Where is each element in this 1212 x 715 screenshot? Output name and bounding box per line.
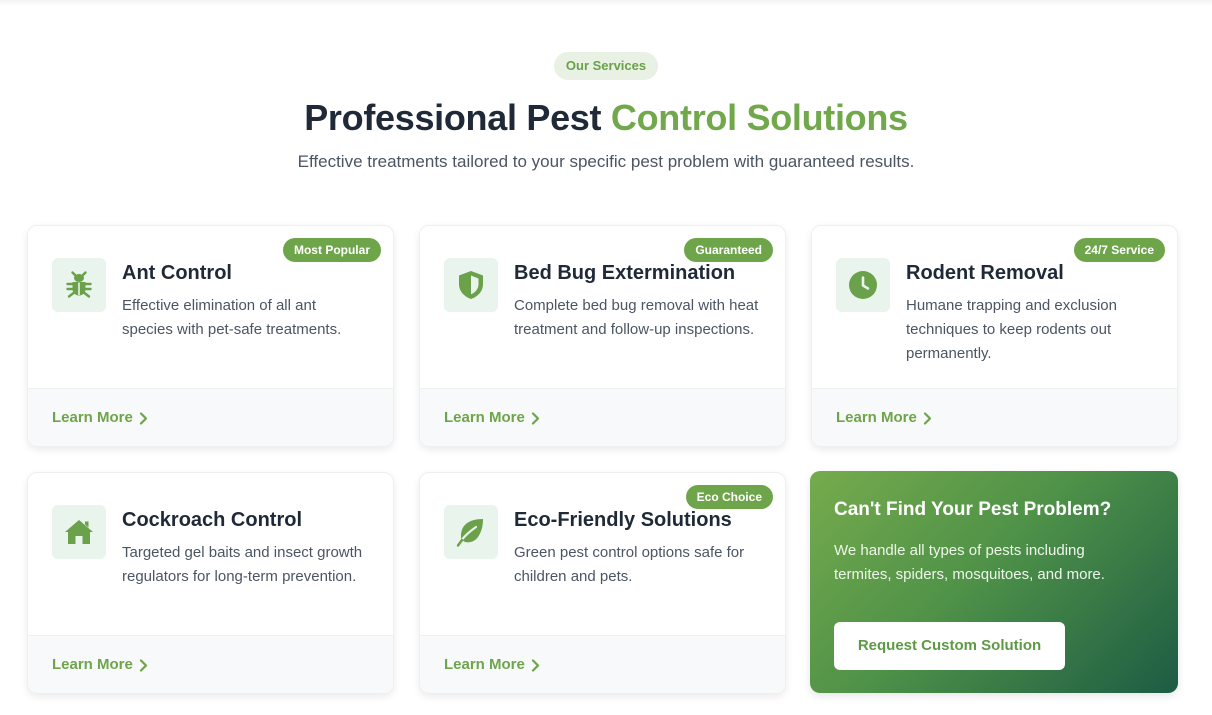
cta-title: Can't Find Your Pest Problem? [834, 499, 1112, 520]
learn-more-link[interactable]: Learn More [444, 655, 540, 675]
service-card-eco-friendly: Eco Choice Eco-Friendly Solutions Green … [419, 472, 786, 694]
leaf-icon [456, 519, 483, 547]
clock-icon [849, 271, 877, 299]
title-accent: Control Solutions [610, 97, 908, 138]
badge-most-popular: Most Popular [282, 238, 381, 262]
learn-more-label: Learn More [836, 409, 917, 426]
icon-box [52, 505, 106, 559]
top-shadow [0, 0, 1212, 6]
learn-more-label: Learn More [52, 656, 133, 673]
cta-description: We handle all types of pests including t… [834, 542, 1105, 583]
home-icon [65, 520, 93, 544]
card-description: Targeted gel baits and insect growth reg… [122, 544, 363, 585]
icon-box [444, 258, 498, 312]
learn-more-link[interactable]: Learn More [52, 408, 148, 428]
card-title: Cockroach Control [122, 509, 303, 531]
service-card-ant-control: Most Popular Ant Control Effective elimi… [27, 225, 394, 447]
learn-more-label: Learn More [52, 409, 133, 426]
services-header: Our Services Professional Pest Control S… [0, 52, 1212, 174]
chevron-right-icon [531, 658, 539, 672]
badge-eco-choice: Eco Choice [685, 485, 773, 509]
card-description: Effective elimination of all ant species… [122, 297, 342, 338]
card-footer: Learn More [28, 388, 393, 446]
card-description: Green pest control options safe for chil… [514, 544, 745, 585]
learn-more-link[interactable]: Learn More [52, 655, 148, 675]
card-title: Rodent Removal [906, 262, 1064, 284]
card-footer: Learn More [420, 388, 785, 446]
chevron-right-icon [139, 411, 147, 425]
learn-more-label: Learn More [444, 409, 525, 426]
section-pill: Our Services [553, 52, 659, 80]
icon-box [52, 258, 106, 312]
card-title: Bed Bug Extermination [514, 262, 736, 284]
chevron-right-icon [139, 658, 147, 672]
card-title: Eco-Friendly Solutions [514, 509, 732, 531]
learn-more-link[interactable]: Learn More [836, 408, 932, 428]
card-title: Ant Control [122, 262, 232, 284]
card-description: Humane trapping and exclusion techniques… [906, 297, 1117, 362]
learn-more-link[interactable]: Learn More [444, 408, 540, 428]
card-footer: Learn More [28, 635, 393, 693]
icon-box [836, 258, 890, 312]
card-footer: Learn More [812, 388, 1177, 446]
chevron-right-icon [923, 411, 931, 425]
title-main: Professional Pest [304, 97, 602, 138]
service-card-bed-bug: Guaranteed Bed Bug Extermination Complet… [419, 225, 786, 447]
card-description: Complete bed bug removal with heat treat… [514, 297, 759, 338]
card-footer: Learn More [420, 635, 785, 693]
service-card-rodent-removal: 24/7 Service Rodent Removal Humane trapp… [811, 225, 1178, 447]
icon-box [444, 505, 498, 559]
badge-24-7-service: 24/7 Service [1073, 238, 1165, 262]
section-title: Professional Pest Control Solutions [0, 96, 1212, 140]
custom-solution-cta: Can't Find Your Pest Problem? We handle … [810, 471, 1178, 693]
service-card-cockroach-control: Cockroach Control Targeted gel baits and… [27, 472, 394, 694]
learn-more-label: Learn More [444, 656, 525, 673]
badge-guaranteed: Guaranteed [684, 238, 773, 262]
section-subtitle: Effective treatments tailored to your sp… [297, 152, 915, 171]
request-custom-solution-button[interactable]: Request Custom Solution [834, 622, 1065, 670]
bug-icon [66, 271, 92, 298]
chevron-right-icon [531, 411, 539, 425]
shield-icon [459, 271, 483, 299]
